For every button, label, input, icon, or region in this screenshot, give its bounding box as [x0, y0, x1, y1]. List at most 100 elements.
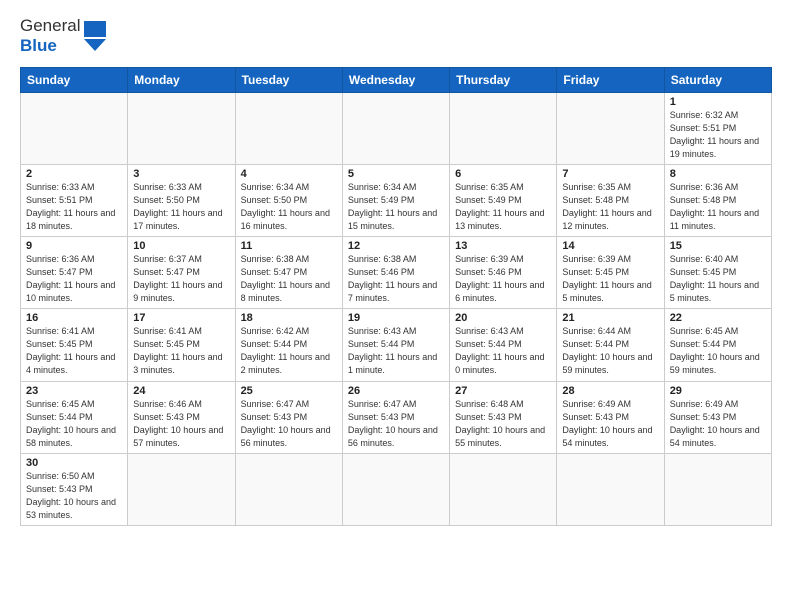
day-number: 9 — [26, 240, 122, 252]
table-row: 6Sunrise: 6:35 AM Sunset: 5:49 PM Daylig… — [450, 164, 557, 236]
table-row — [21, 92, 128, 164]
day-number: 14 — [562, 240, 658, 252]
table-row: 18Sunrise: 6:42 AM Sunset: 5:44 PM Dayli… — [235, 309, 342, 381]
day-info: Sunrise: 6:41 AM Sunset: 5:45 PM Dayligh… — [133, 325, 229, 377]
table-row: 2Sunrise: 6:33 AM Sunset: 5:51 PM Daylig… — [21, 164, 128, 236]
logo-triangle-icon — [84, 21, 106, 51]
day-number: 19 — [348, 312, 444, 324]
day-number: 4 — [241, 168, 337, 180]
day-info: Sunrise: 6:44 AM Sunset: 5:44 PM Dayligh… — [562, 325, 658, 377]
day-info: Sunrise: 6:42 AM Sunset: 5:44 PM Dayligh… — [241, 325, 337, 377]
day-number: 23 — [26, 385, 122, 397]
table-row: 21Sunrise: 6:44 AM Sunset: 5:44 PM Dayli… — [557, 309, 664, 381]
day-number: 28 — [562, 385, 658, 397]
table-row — [557, 92, 664, 164]
day-info: Sunrise: 6:38 AM Sunset: 5:46 PM Dayligh… — [348, 253, 444, 305]
day-number: 5 — [348, 168, 444, 180]
table-row: 28Sunrise: 6:49 AM Sunset: 5:43 PM Dayli… — [557, 381, 664, 453]
table-row — [128, 92, 235, 164]
table-row: 26Sunrise: 6:47 AM Sunset: 5:43 PM Dayli… — [342, 381, 449, 453]
day-number: 8 — [670, 168, 766, 180]
day-info: Sunrise: 6:35 AM Sunset: 5:48 PM Dayligh… — [562, 181, 658, 233]
day-number: 1 — [670, 96, 766, 108]
day-info: Sunrise: 6:39 AM Sunset: 5:45 PM Dayligh… — [562, 253, 658, 305]
day-info: Sunrise: 6:43 AM Sunset: 5:44 PM Dayligh… — [455, 325, 551, 377]
table-row: 25Sunrise: 6:47 AM Sunset: 5:43 PM Dayli… — [235, 381, 342, 453]
table-row: 14Sunrise: 6:39 AM Sunset: 5:45 PM Dayli… — [557, 237, 664, 309]
day-number: 27 — [455, 385, 551, 397]
day-info: Sunrise: 6:50 AM Sunset: 5:43 PM Dayligh… — [26, 470, 122, 522]
table-row: 23Sunrise: 6:45 AM Sunset: 5:44 PM Dayli… — [21, 381, 128, 453]
table-row: 17Sunrise: 6:41 AM Sunset: 5:45 PM Dayli… — [128, 309, 235, 381]
day-info: Sunrise: 6:33 AM Sunset: 5:51 PM Dayligh… — [26, 181, 122, 233]
table-row: 19Sunrise: 6:43 AM Sunset: 5:44 PM Dayli… — [342, 309, 449, 381]
day-info: Sunrise: 6:48 AM Sunset: 5:43 PM Dayligh… — [455, 398, 551, 450]
day-info: Sunrise: 6:49 AM Sunset: 5:43 PM Dayligh… — [562, 398, 658, 450]
day-number: 16 — [26, 312, 122, 324]
day-number: 11 — [241, 240, 337, 252]
table-row — [664, 453, 771, 525]
col-sunday: Sunday — [21, 67, 128, 92]
col-wednesday: Wednesday — [342, 67, 449, 92]
table-row: 24Sunrise: 6:46 AM Sunset: 5:43 PM Dayli… — [128, 381, 235, 453]
table-row — [342, 92, 449, 164]
day-number: 10 — [133, 240, 229, 252]
table-row — [235, 453, 342, 525]
table-row: 3Sunrise: 6:33 AM Sunset: 5:50 PM Daylig… — [128, 164, 235, 236]
day-number: 30 — [26, 457, 122, 469]
col-thursday: Thursday — [450, 67, 557, 92]
day-info: Sunrise: 6:46 AM Sunset: 5:43 PM Dayligh… — [133, 398, 229, 450]
table-row: 11Sunrise: 6:38 AM Sunset: 5:47 PM Dayli… — [235, 237, 342, 309]
table-row — [557, 453, 664, 525]
day-info: Sunrise: 6:41 AM Sunset: 5:45 PM Dayligh… — [26, 325, 122, 377]
table-row: 29Sunrise: 6:49 AM Sunset: 5:43 PM Dayli… — [664, 381, 771, 453]
table-row: 12Sunrise: 6:38 AM Sunset: 5:46 PM Dayli… — [342, 237, 449, 309]
logo: General Blue — [20, 16, 106, 57]
logo-blue: Blue — [20, 36, 57, 55]
day-number: 24 — [133, 385, 229, 397]
day-info: Sunrise: 6:40 AM Sunset: 5:45 PM Dayligh… — [670, 253, 766, 305]
day-number: 3 — [133, 168, 229, 180]
day-number: 26 — [348, 385, 444, 397]
day-number: 25 — [241, 385, 337, 397]
logo-general: General — [20, 16, 80, 35]
day-number: 20 — [455, 312, 551, 324]
day-info: Sunrise: 6:36 AM Sunset: 5:47 PM Dayligh… — [26, 253, 122, 305]
table-row: 20Sunrise: 6:43 AM Sunset: 5:44 PM Dayli… — [450, 309, 557, 381]
table-row — [450, 453, 557, 525]
day-number: 15 — [670, 240, 766, 252]
table-row: 27Sunrise: 6:48 AM Sunset: 5:43 PM Dayli… — [450, 381, 557, 453]
col-tuesday: Tuesday — [235, 67, 342, 92]
day-number: 6 — [455, 168, 551, 180]
page: General Blue Sunday Monday Tuesday Wedne… — [0, 0, 792, 536]
day-number: 2 — [26, 168, 122, 180]
table-row: 22Sunrise: 6:45 AM Sunset: 5:44 PM Dayli… — [664, 309, 771, 381]
day-info: Sunrise: 6:45 AM Sunset: 5:44 PM Dayligh… — [670, 325, 766, 377]
table-row: 5Sunrise: 6:34 AM Sunset: 5:49 PM Daylig… — [342, 164, 449, 236]
day-number: 17 — [133, 312, 229, 324]
table-row: 10Sunrise: 6:37 AM Sunset: 5:47 PM Dayli… — [128, 237, 235, 309]
table-row: 4Sunrise: 6:34 AM Sunset: 5:50 PM Daylig… — [235, 164, 342, 236]
day-info: Sunrise: 6:38 AM Sunset: 5:47 PM Dayligh… — [241, 253, 337, 305]
table-row: 9Sunrise: 6:36 AM Sunset: 5:47 PM Daylig… — [21, 237, 128, 309]
day-number: 29 — [670, 385, 766, 397]
table-row: 7Sunrise: 6:35 AM Sunset: 5:48 PM Daylig… — [557, 164, 664, 236]
table-row — [128, 453, 235, 525]
table-row — [235, 92, 342, 164]
table-row: 16Sunrise: 6:41 AM Sunset: 5:45 PM Dayli… — [21, 309, 128, 381]
day-info: Sunrise: 6:36 AM Sunset: 5:48 PM Dayligh… — [670, 181, 766, 233]
table-row — [450, 92, 557, 164]
day-info: Sunrise: 6:32 AM Sunset: 5:51 PM Dayligh… — [670, 109, 766, 161]
day-info: Sunrise: 6:33 AM Sunset: 5:50 PM Dayligh… — [133, 181, 229, 233]
calendar-header-row: Sunday Monday Tuesday Wednesday Thursday… — [21, 67, 772, 92]
col-saturday: Saturday — [664, 67, 771, 92]
col-monday: Monday — [128, 67, 235, 92]
day-info: Sunrise: 6:39 AM Sunset: 5:46 PM Dayligh… — [455, 253, 551, 305]
day-number: 12 — [348, 240, 444, 252]
calendar-table: Sunday Monday Tuesday Wednesday Thursday… — [20, 67, 772, 526]
day-info: Sunrise: 6:43 AM Sunset: 5:44 PM Dayligh… — [348, 325, 444, 377]
header: General Blue — [20, 16, 772, 57]
day-number: 18 — [241, 312, 337, 324]
day-number: 22 — [670, 312, 766, 324]
day-number: 13 — [455, 240, 551, 252]
